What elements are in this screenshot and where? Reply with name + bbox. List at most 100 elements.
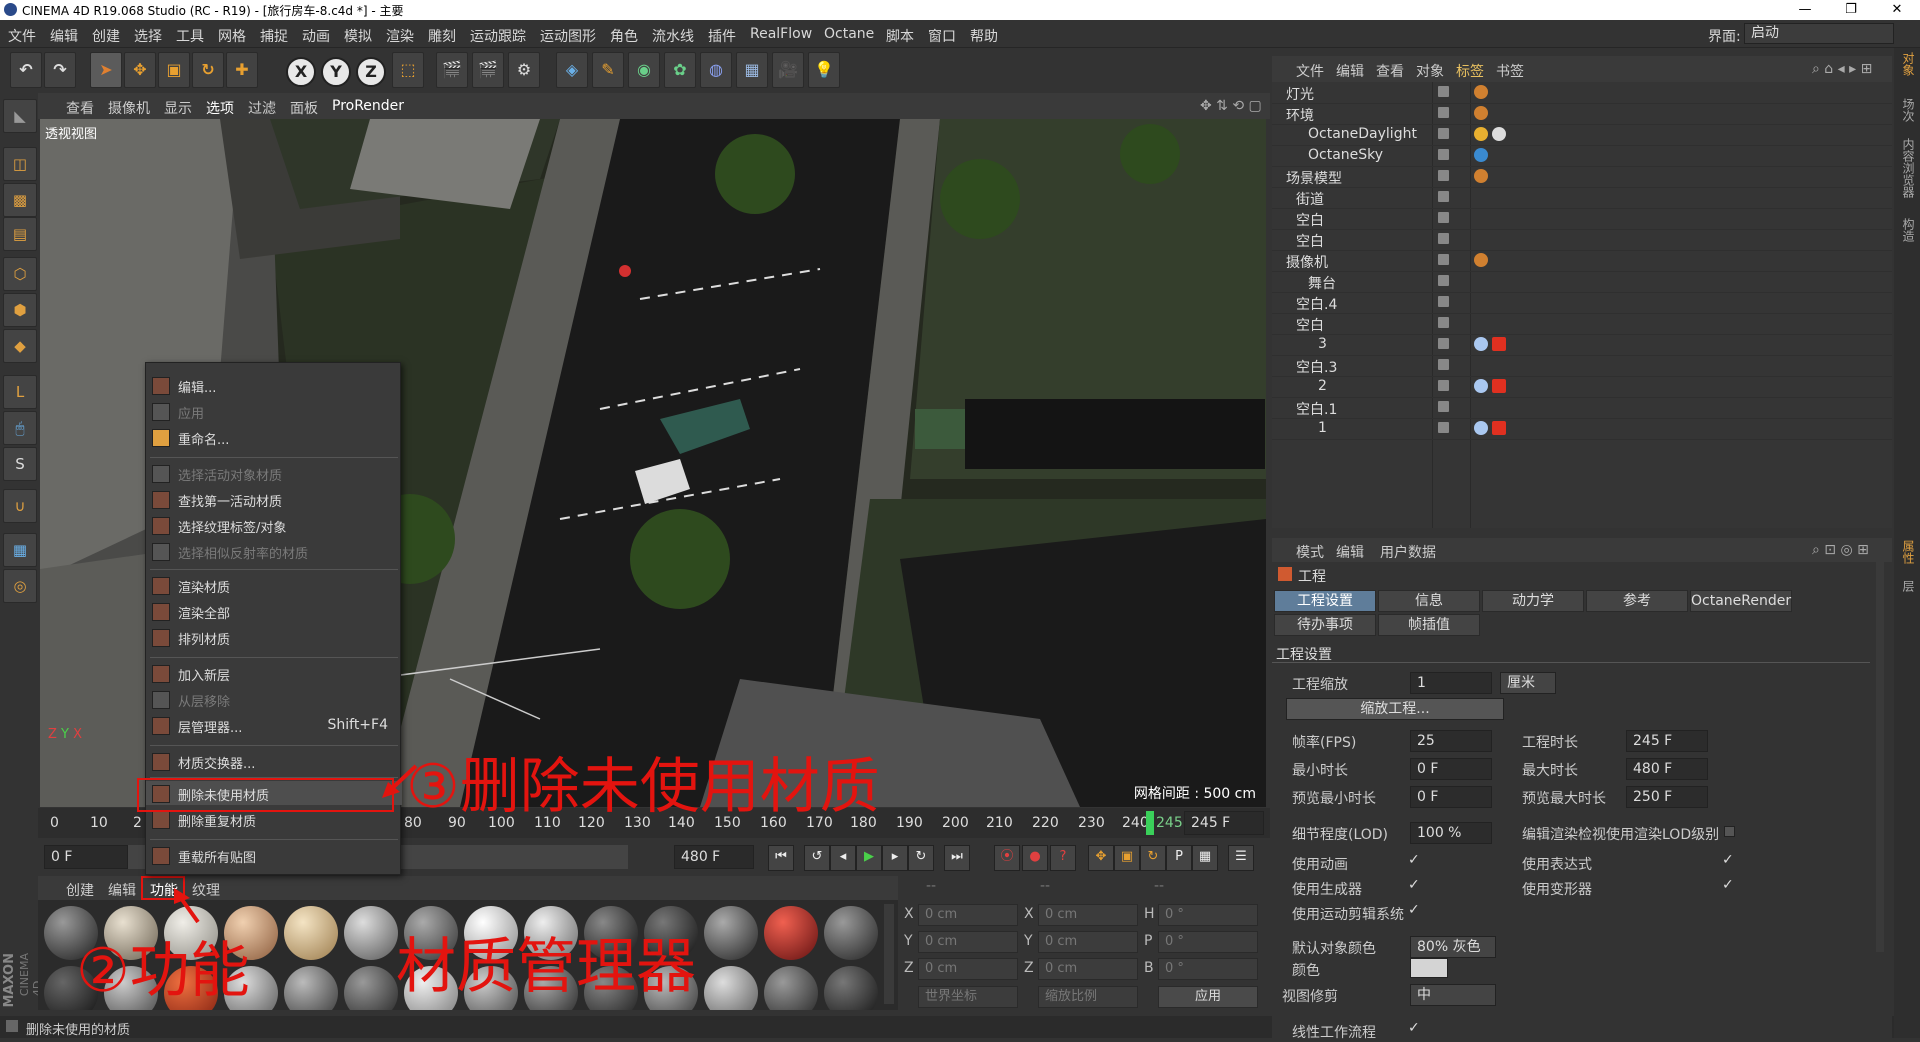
menu-mesh[interactable]: 网格	[218, 26, 246, 46]
record-keys-icon[interactable]: ⦿	[994, 845, 1020, 871]
live-selection-icon[interactable]: ➤	[90, 52, 122, 88]
prev-key-icon[interactable]: ↺	[804, 845, 830, 871]
current-frame-field[interactable]: 245 F	[1184, 811, 1264, 835]
menu-sculpt[interactable]: 雕刻	[428, 26, 456, 46]
tab-attributes[interactable]: 属性	[1897, 540, 1917, 564]
rotation-h-field[interactable]: 0 °	[1158, 904, 1258, 926]
move-icon[interactable]: ✥	[124, 52, 156, 88]
menu-select[interactable]: 选择	[134, 26, 162, 46]
menu-item-layer-manager[interactable]: 层管理器... Shift+F4	[146, 713, 402, 737]
next-key-icon[interactable]: ↻	[908, 845, 934, 871]
object-row[interactable]: 场景模型	[1272, 166, 1892, 188]
menu-item-reload-all-textures[interactable]: 重载所有贴图	[146, 843, 402, 867]
floor-icon[interactable]: ▦	[736, 52, 768, 88]
material-swatch[interactable]	[764, 966, 818, 1010]
menu-item-material-exchanger[interactable]: 材质交换器...	[146, 749, 402, 773]
menu-pipeline[interactable]: 流水线	[652, 26, 694, 46]
size-mode-dropdown[interactable]: 缩放比例	[1038, 986, 1138, 1008]
deformer-icon[interactable]: ◍	[700, 52, 732, 88]
undo-icon[interactable]: ↶	[10, 52, 42, 88]
pen-icon[interactable]: ✎	[592, 52, 624, 88]
menu-octane[interactable]: Octane	[824, 26, 874, 42]
object-row[interactable]: 空白	[1272, 208, 1892, 230]
lock-workplane-icon[interactable]: ▦	[3, 533, 37, 567]
timeline-playhead[interactable]	[1146, 811, 1154, 835]
edges-mode-icon[interactable]: ⬢	[3, 293, 37, 327]
default-color-dropdown[interactable]: 80% 灰色	[1410, 936, 1496, 958]
tag-icon[interactable]	[1474, 253, 1488, 267]
lod-field[interactable]: 100 %	[1410, 822, 1492, 844]
magnet-icon[interactable]: ∪	[3, 489, 37, 523]
tag-icon[interactable]	[1474, 148, 1488, 162]
rotation-p-field[interactable]: 0 °	[1158, 931, 1258, 953]
end-frame-field[interactable]: 480 F	[674, 845, 754, 869]
key-rotation-icon[interactable]: ↻	[1140, 845, 1166, 871]
menu-plugins[interactable]: 插件	[708, 26, 736, 46]
menu-tools[interactable]: 工具	[176, 26, 204, 46]
apply-button[interactable]: 应用	[1158, 986, 1258, 1008]
attr-nav-icons[interactable]: ⌕ ⊡ ◎ ⊞	[1812, 542, 1869, 558]
menu-animate[interactable]: 动画	[302, 26, 330, 46]
start-frame-field[interactable]: 0 F	[44, 845, 128, 869]
attr-menu-userdata[interactable]: 用户数据	[1380, 542, 1436, 562]
menu-simulate[interactable]: 模拟	[344, 26, 372, 46]
menu-create[interactable]: 创建	[92, 26, 120, 46]
menu-realflow[interactable]: RealFlow	[750, 26, 812, 42]
scale-icon[interactable]: ▣	[158, 52, 190, 88]
axis-mode-icon[interactable]: L	[3, 375, 37, 409]
viewport-menu-panel[interactable]: 面板	[290, 98, 318, 118]
material-menu-edit[interactable]: 编辑	[108, 880, 136, 900]
material-scrollbar[interactable]	[884, 904, 894, 1004]
fps-field[interactable]: 25	[1410, 730, 1492, 752]
linear-workflow-checkbox[interactable]: ✓	[1408, 1020, 1420, 1036]
menu-render[interactable]: 渲染	[386, 26, 414, 46]
key-pla-icon[interactable]: ▦	[1192, 845, 1218, 871]
object-row[interactable]: 空白.3	[1272, 355, 1892, 377]
viewport-menu-options[interactable]: 选项	[206, 98, 234, 118]
tab-todo[interactable]: 待办事项	[1274, 614, 1376, 636]
preview-max-field[interactable]: 250 F	[1626, 786, 1708, 808]
tag-icon[interactable]	[1474, 421, 1488, 435]
menu-character[interactable]: 角色	[610, 26, 638, 46]
tab-takes[interactable]: 场次	[1897, 98, 1917, 122]
redo-icon[interactable]: ↷	[44, 52, 76, 88]
max-time-field[interactable]: 480 F	[1626, 758, 1708, 780]
go-to-start-icon[interactable]: ⏮	[768, 845, 794, 871]
material-swatch[interactable]	[704, 906, 758, 960]
keyframe-selection-icon[interactable]: ?	[1050, 845, 1076, 871]
y-axis-lock[interactable]: Y	[321, 57, 351, 87]
material-swatch[interactable]	[284, 966, 338, 1010]
tab-key-interpolation[interactable]: 帧插值	[1378, 614, 1480, 636]
camera-tag-icon[interactable]	[1492, 337, 1506, 351]
prev-frame-icon[interactable]: ◂	[830, 845, 856, 871]
object-row[interactable]: 空白.1	[1272, 397, 1892, 419]
menu-item-select-texture-tags[interactable]: 选择纹理标签/对象	[146, 513, 402, 537]
menu-snap[interactable]: 捕捉	[260, 26, 288, 46]
subdivision-icon[interactable]: ◉	[628, 52, 660, 88]
planar-workplane-icon[interactable]: ◎	[3, 569, 37, 603]
object-menu-edit[interactable]: 编辑	[1336, 61, 1364, 81]
project-duration-field[interactable]: 245 F	[1626, 730, 1708, 752]
texture-mode-icon[interactable]: ▩	[3, 183, 37, 217]
object-row[interactable]: 环境	[1272, 103, 1892, 125]
material-swatch[interactable]	[284, 906, 338, 960]
minimize-icon[interactable]: —	[1782, 0, 1828, 20]
scale-project-button[interactable]: 缩放工程...	[1286, 698, 1504, 720]
rotate-icon[interactable]: ↻	[192, 52, 224, 88]
menu-item-edit[interactable]: 编辑...	[146, 373, 402, 397]
use-deformers-checkbox[interactable]: ✓	[1722, 877, 1734, 893]
menu-item-add-to-new-layer[interactable]: 加入新层	[146, 661, 402, 685]
viewport-menu-view[interactable]: 查看	[66, 98, 94, 118]
menu-window[interactable]: 窗口	[928, 26, 956, 46]
min-time-field[interactable]: 0 F	[1410, 758, 1492, 780]
use-expressions-checkbox[interactable]: ✓	[1722, 852, 1734, 868]
object-menu-bookmarks[interactable]: 书签	[1496, 61, 1524, 81]
position-x-field[interactable]: 0 cm	[918, 904, 1018, 926]
viewport-menu-filter[interactable]: 过滤	[248, 98, 276, 118]
object-row[interactable]: 空白	[1272, 229, 1892, 251]
object-row[interactable]: 空白.4	[1272, 292, 1892, 314]
menu-tracking[interactable]: 运动跟踪	[470, 26, 526, 46]
menu-item-render-all[interactable]: 渲染全部	[146, 599, 402, 623]
position-y-field[interactable]: 0 cm	[918, 931, 1018, 953]
object-menu-objects[interactable]: 对象	[1416, 61, 1444, 81]
